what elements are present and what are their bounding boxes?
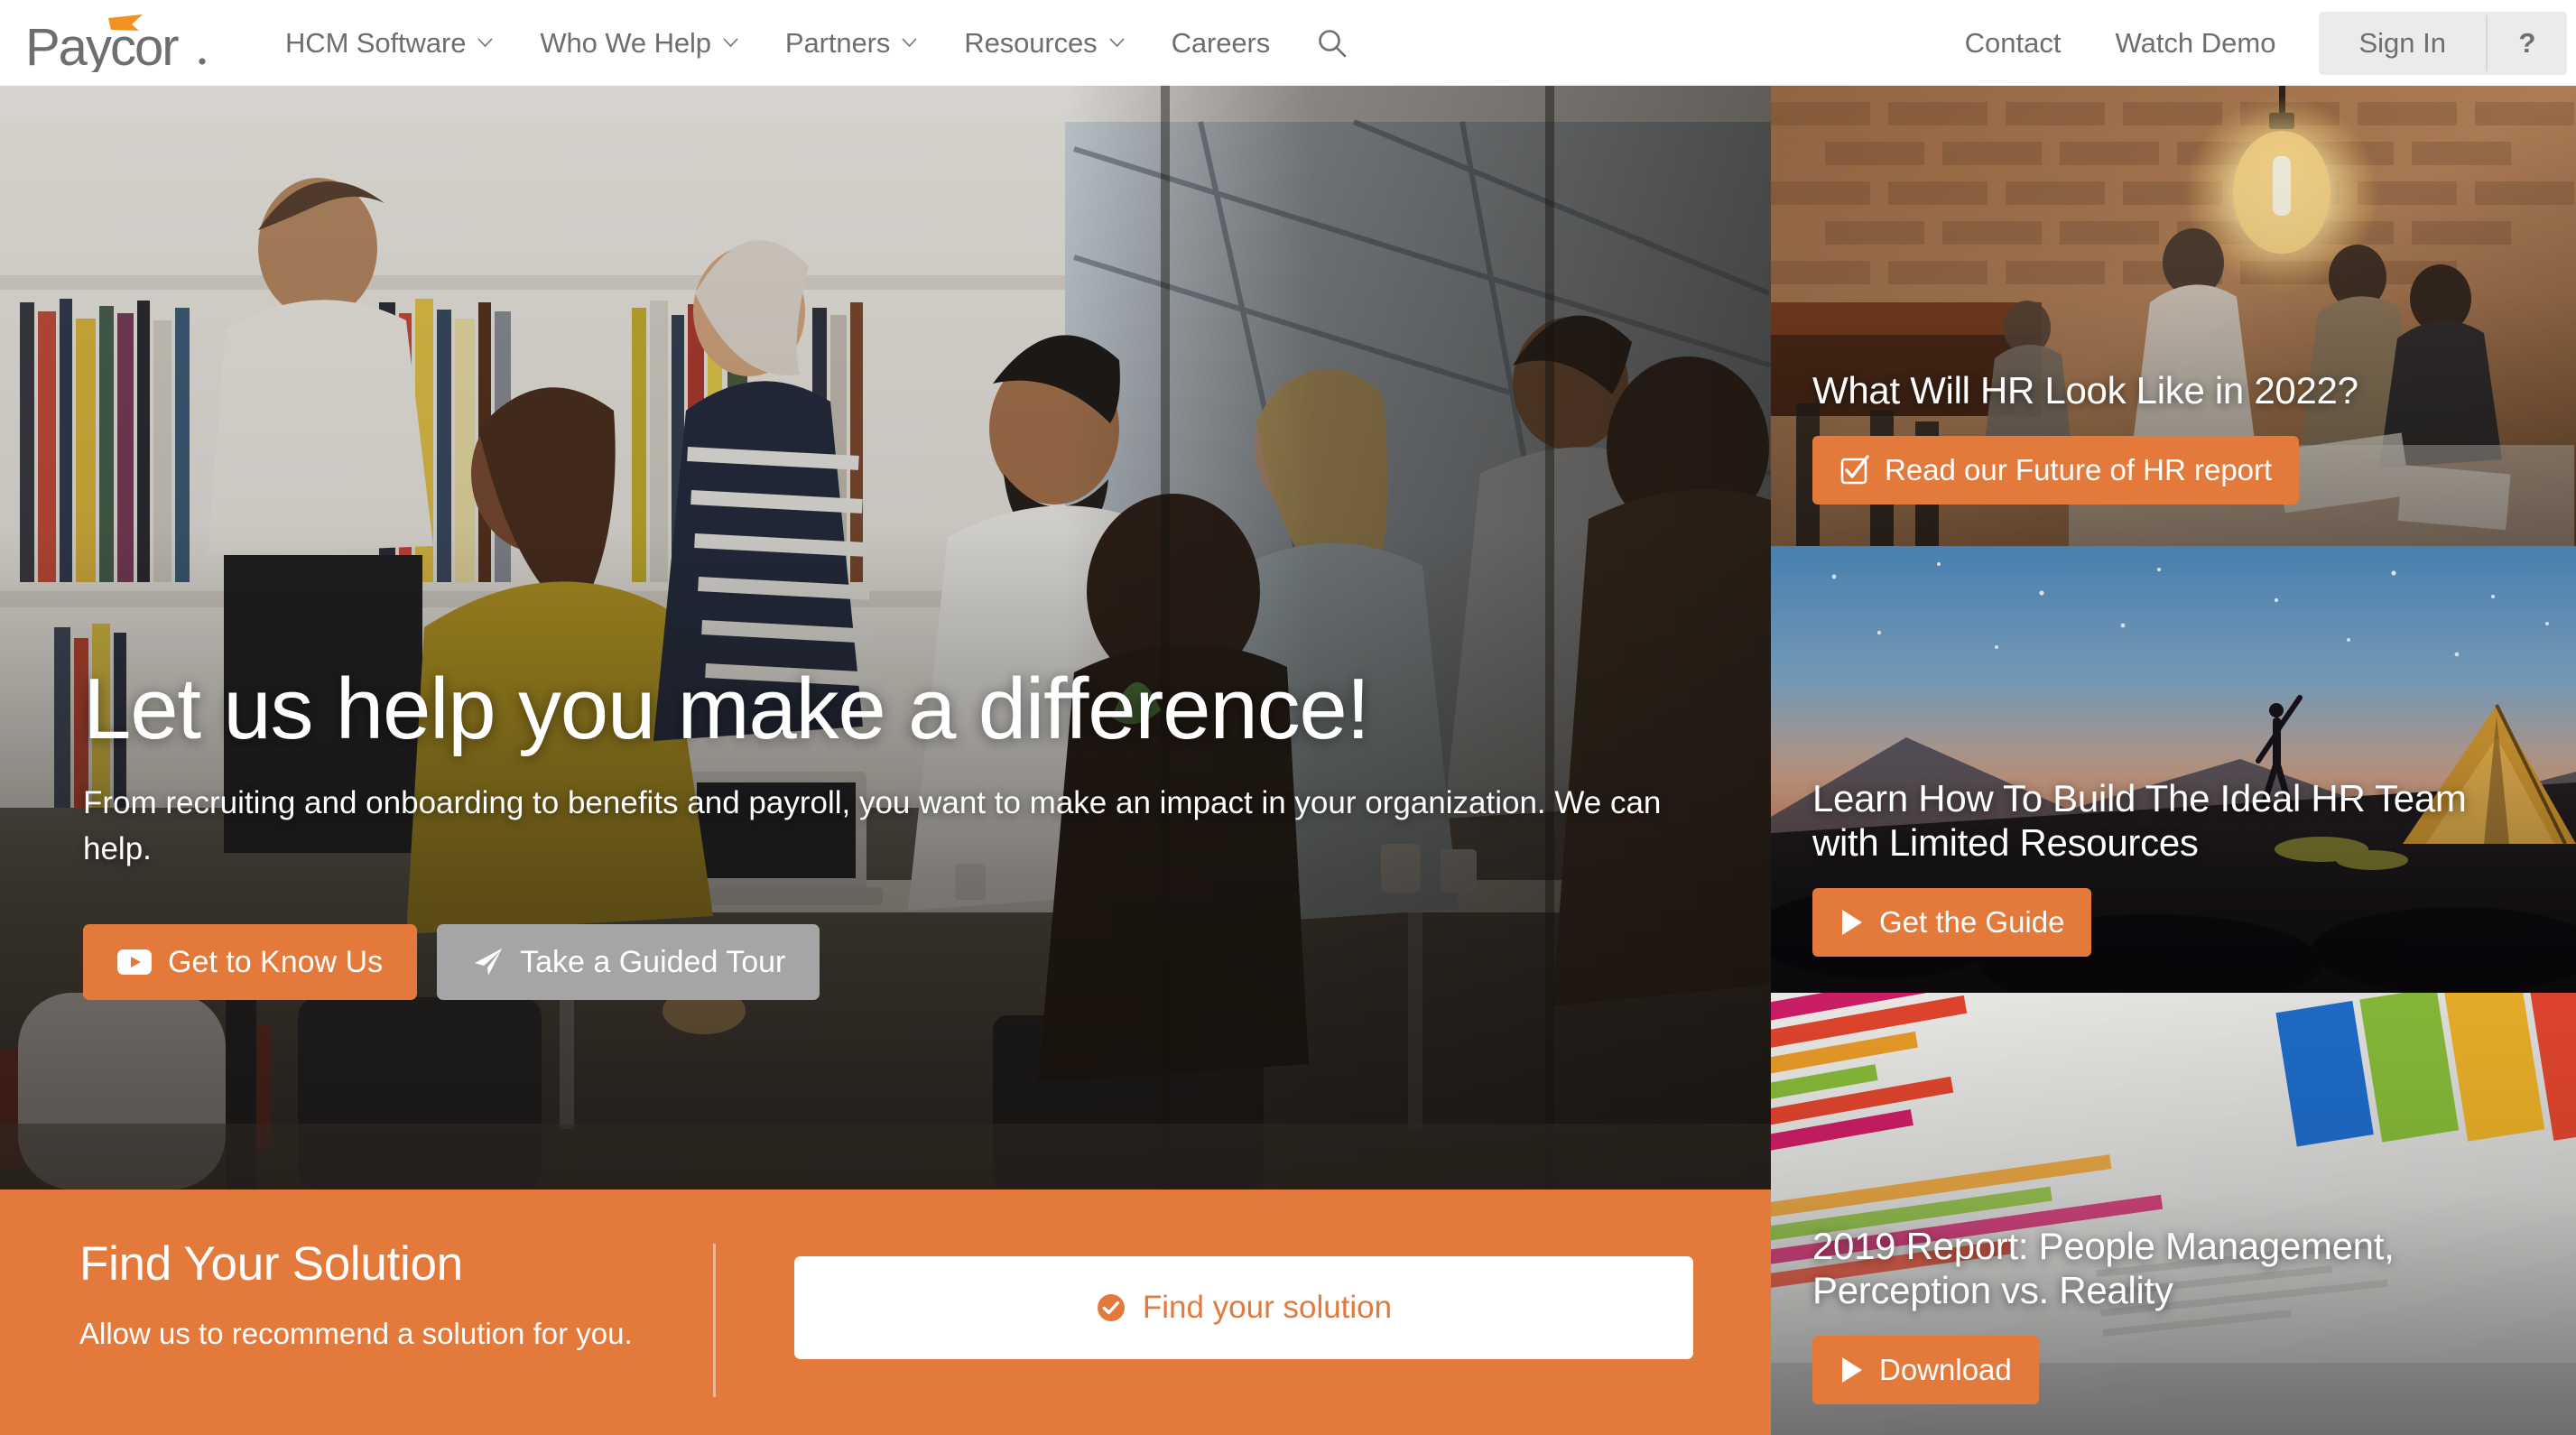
play-triangle-icon [1839, 908, 1865, 937]
hero-cta-group: Get to Know Us Take a Guided Tour [83, 924, 1708, 1001]
button-label: Take a Guided Tour [520, 944, 786, 979]
check-circle-icon [1096, 1292, 1126, 1323]
promo-card-2019-report[interactable]: 2019 Report: People Management, Percepti… [1771, 993, 2576, 1435]
promo-card-body: What Will HR Look Like in 2022? Read our… [1812, 368, 2540, 505]
paper-plane-icon [471, 946, 504, 978]
promo-card-body: Learn How To Build The Ideal HR Team wit… [1812, 776, 2540, 957]
promo-card-rail: What Will HR Look Like in 2022? Read our… [1771, 86, 2576, 1435]
chevron-down-icon [723, 38, 738, 48]
find-your-solution-text: Find Your Solution Allow us to recommend… [79, 1236, 639, 1351]
header-right-group: Contact Watch Demo Sign In ? [1938, 0, 2576, 86]
promo-card-ideal-hr-team[interactable]: Learn How To Build The Ideal HR Team wit… [1771, 546, 2576, 993]
chevron-down-icon [902, 38, 917, 48]
sign-in-button[interactable]: Sign In [2319, 12, 2486, 75]
sign-in-group: Sign In ? [2319, 11, 2567, 75]
nav-item-resources[interactable]: Resources [941, 0, 1147, 86]
take-a-guided-tour-button[interactable]: Take a Guided Tour [437, 924, 820, 1001]
paycor-logo[interactable]: Paycor [25, 13, 235, 72]
nav-item-careers[interactable]: Careers [1148, 0, 1294, 86]
promo-card-title: What Will HR Look Like in 2022? [1812, 368, 2358, 412]
paycor-homepage: Paycor HCM Software Who We Help Partners [0, 0, 2576, 1435]
primary-nav: HCM Software Who We Help Partners Resour… [262, 0, 1371, 86]
checked-box-icon [1839, 455, 1870, 486]
find-your-solution-button[interactable]: Find your solution [794, 1256, 1693, 1359]
find-your-solution-bar: Find Your Solution Allow us to recommend… [0, 1190, 1771, 1435]
search-icon[interactable] [1293, 0, 1371, 86]
chevron-down-icon [1108, 38, 1125, 48]
get-to-know-us-button[interactable]: Get to Know Us [83, 924, 418, 1001]
button-label: Find your solution [1142, 1290, 1393, 1325]
chevron-down-icon [477, 38, 493, 48]
youtube-play-icon [117, 949, 152, 976]
promo-card-future-of-hr[interactable]: What Will HR Look Like in 2022? Read our… [1771, 86, 2576, 546]
hero-subheadline: From recruiting and onboarding to benefi… [83, 784, 1662, 866]
nav-item-hcm-software[interactable]: HCM Software [262, 0, 516, 86]
play-triangle-icon [1839, 1356, 1865, 1384]
get-the-guide-button[interactable]: Get the Guide [1812, 888, 2092, 957]
promo-card-body: 2019 Report: People Management, Percepti… [1812, 1224, 2540, 1404]
header-link-watch-demo[interactable]: Watch Demo [2088, 27, 2303, 60]
download-button[interactable]: Download [1812, 1336, 2039, 1404]
nav-item-label: HCM Software [285, 26, 467, 59]
nav-item-label: Partners [784, 26, 891, 59]
hero-headline: Let us help you make a difference! [83, 661, 1370, 757]
promo-card-title: 2019 Report: People Management, Percepti… [1812, 1224, 2395, 1311]
paycor-logo-mark: Paycor [25, 14, 206, 72]
find-your-solution-subtitle: Allow us to recommend a solution for you… [79, 1317, 633, 1350]
read-future-of-hr-report-button[interactable]: Read our Future of HR report [1812, 436, 2300, 505]
nav-item-label: Who We Help [540, 26, 711, 59]
find-your-solution-title: Find Your Solution [79, 1237, 463, 1291]
nav-item-who-we-help[interactable]: Who We Help [516, 0, 762, 86]
nav-item-partners[interactable]: Partners [762, 0, 941, 86]
hero-content: Let us help you make a difference! From … [83, 661, 1708, 1001]
hero-banner: Let us help you make a difference! From … [0, 86, 1771, 1190]
nav-item-label: Careers [1171, 26, 1271, 59]
hero-scrim [0, 86, 1771, 1190]
button-label: Get the Guide [1879, 905, 2065, 939]
promo-card-title: Learn How To Build The Ideal HR Team wit… [1812, 776, 2467, 864]
help-button[interactable]: ? [2488, 12, 2567, 75]
site-header: Paycor HCM Software Who We Help Partners [0, 0, 2576, 86]
nav-item-label: Resources [964, 26, 1098, 59]
svg-text:Paycor: Paycor [25, 18, 179, 72]
button-label: Download [1879, 1353, 2012, 1386]
vertical-divider [713, 1244, 716, 1397]
header-link-contact[interactable]: Contact [1938, 27, 2089, 60]
button-label: Get to Know Us [168, 944, 384, 979]
button-label: Read our Future of HR report [1885, 453, 2273, 486]
